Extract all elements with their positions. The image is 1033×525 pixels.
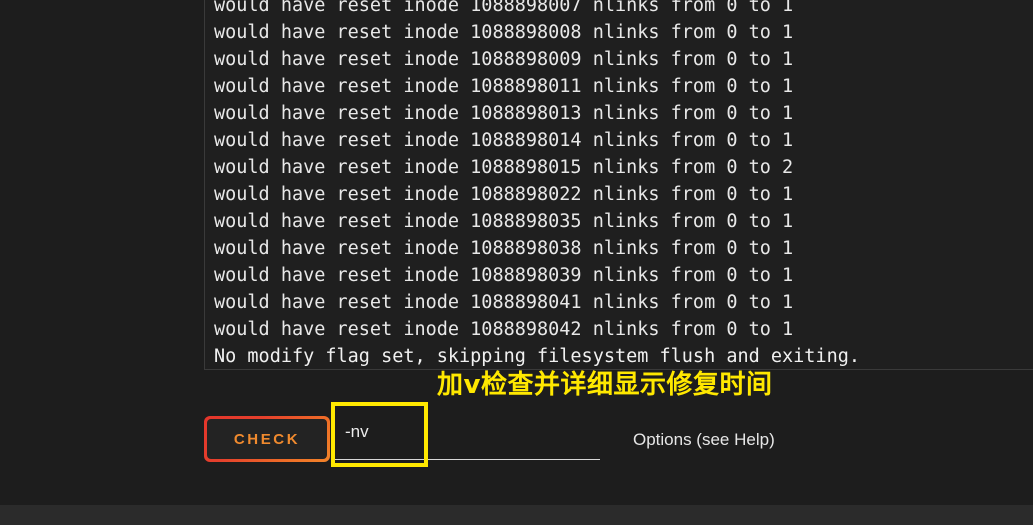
footer-bar: [0, 505, 1033, 525]
terminal-line-list: would have reset inode 1088898007 nlinks…: [214, 0, 1033, 369]
options-input[interactable]: [333, 408, 600, 460]
check-button[interactable]: CHECK: [204, 416, 330, 462]
terminal-line: would have reset inode 1088898035 nlinks…: [214, 211, 794, 232]
terminal-line: would have reset inode 1088898014 nlinks…: [214, 130, 794, 151]
terminal-output-panel[interactable]: would have reset inode 1088898007 nlinks…: [204, 0, 1033, 370]
terminal-line: would have reset inode 1088898015 nlinks…: [214, 157, 794, 178]
check-button-face: CHECK: [207, 419, 327, 459]
terminal-status-line: No modify flag set, skipping filesystem …: [214, 346, 861, 367]
terminal-line: would have reset inode 1088898022 nlinks…: [214, 184, 794, 205]
annotation-note-text: 加v检查并详细显示修复时间: [437, 370, 773, 400]
terminal-line: would have reset inode 1088898011 nlinks…: [214, 76, 794, 97]
options-help-label: Options (see Help): [633, 430, 775, 449]
terminal-line: would have reset inode 1088898038 nlinks…: [214, 238, 794, 259]
check-button-label: CHECK: [233, 430, 301, 448]
control-row: CHECK Options (see Help): [0, 402, 1033, 468]
terminal-line: would have reset inode 1088898009 nlinks…: [214, 49, 794, 70]
terminal-line: would have reset inode 1088898007 nlinks…: [214, 0, 794, 16]
terminal-line: would have reset inode 1088898008 nlinks…: [214, 22, 794, 43]
page-root: would have reset inode 1088898007 nlinks…: [0, 0, 1033, 525]
terminal-line: would have reset inode 1088898013 nlinks…: [214, 103, 794, 124]
terminal-line: would have reset inode 1088898041 nlinks…: [214, 292, 794, 313]
options-input-wrapper: [333, 408, 600, 465]
terminal-line: would have reset inode 1088898042 nlinks…: [214, 319, 794, 340]
terminal-line: would have reset inode 1088898039 nlinks…: [214, 265, 794, 286]
